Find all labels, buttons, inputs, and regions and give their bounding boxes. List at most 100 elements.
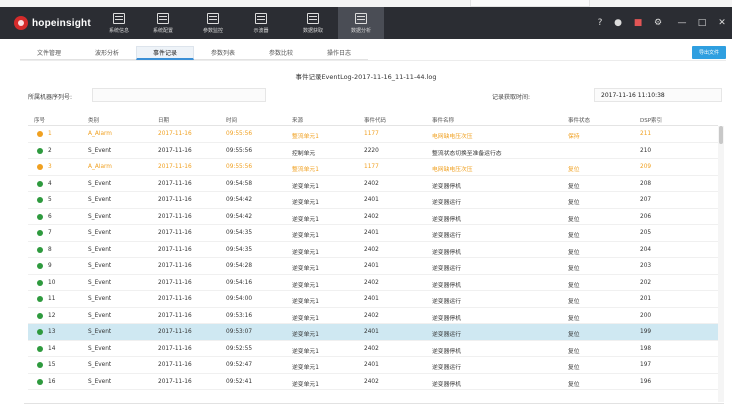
nav-param-monitor-button[interactable]: 参数监控	[190, 7, 236, 39]
record-time-field[interactable]: 2017-11-16 11:10:38	[594, 88, 722, 102]
column-header[interactable]: 类别	[88, 116, 99, 124]
table-body: 1 A_Alarm 2017-11-16 09:55:56 整流单元1 1177 电网缺电压…	[28, 126, 718, 390]
table-row[interactable]: 14 S_Event 2017-11-16 09:52:55 逆变单元1 2402 逆变器停…	[28, 341, 718, 357]
cell-date: 2017-11-16	[158, 164, 192, 170]
device-serial-field[interactable]	[92, 88, 266, 102]
cell-date: 2017-11-16	[158, 246, 192, 253]
cell-state: 复位	[568, 365, 580, 371]
cell-dsp: 198	[640, 345, 652, 352]
minimize-icon[interactable]: —	[676, 18, 688, 28]
cell-source: 逆变单元1	[292, 315, 319, 322]
cell-state: 复位	[568, 348, 580, 355]
app-logo: hopeinsight	[14, 16, 91, 30]
cell-name: 逆变器运行	[432, 332, 461, 338]
warning-status-icon	[37, 131, 43, 137]
table-row[interactable]: 1 A_Alarm 2017-11-16 09:55:56 整流单元1 1177 电网缺电压…	[28, 126, 718, 143]
cell-source: 整流单元1	[292, 134, 319, 140]
ok-status-icon	[37, 312, 43, 319]
column-header[interactable]: DSP索引	[640, 116, 662, 124]
table-row[interactable]: 4 S_Event 2017-11-16 09:54:58 逆变单元1 2402 逆变器停机…	[28, 176, 718, 192]
table-row[interactable]: 15 S_Event 2017-11-16 09:52:47 逆变单元1 2401 逆变器运…	[28, 357, 718, 374]
cell-code: 1177	[364, 131, 379, 137]
cell-source: 整流单元1	[292, 167, 319, 173]
ok-status-icon	[37, 362, 43, 368]
export-file-button[interactable]: 导出文件	[692, 46, 726, 59]
table-row[interactable]: 6 S_Event 2017-11-16 09:54:42 逆变单元1 2402 逆变器停机…	[28, 209, 718, 225]
table-row[interactable]: 10 S_Event 2017-11-16 09:54:16 逆变单元1 2402 逆变器停…	[28, 275, 718, 291]
cell-no: 14	[48, 345, 56, 352]
cell-dsp: 211	[640, 131, 652, 137]
cell-time: 09:54:58	[226, 180, 253, 187]
table-row[interactable]: 12 S_Event 2017-11-16 09:53:16 逆变单元1 2402 逆变器停…	[28, 308, 718, 324]
cell-code: 2402	[364, 180, 379, 187]
cell-source: 控制单元	[292, 150, 316, 157]
nav-data-acquire-button[interactable]: 数据获取	[290, 7, 336, 39]
column-header[interactable]: 来源	[292, 116, 303, 124]
scrollbar-thumb[interactable]	[719, 126, 723, 144]
cell-type: S_Event	[88, 180, 112, 187]
cell-date: 2017-11-16	[158, 362, 192, 368]
table-header: 序号 类别 日期 时间 来源 事件代码 事件名称 事件状态 DSP索引	[28, 112, 718, 126]
help-icon[interactable]: ?	[594, 18, 606, 28]
table-row[interactable]: 3 A_Alarm 2017-11-16 09:55:56 整流单元1 1177 电网缺电压…	[28, 159, 718, 176]
cell-type: A_Alarm	[88, 164, 112, 170]
table-row[interactable]: 7 S_Event 2017-11-16 09:54:35 逆变单元1 2401 逆变器运行…	[28, 225, 718, 242]
close-icon[interactable]: ✕	[716, 18, 728, 28]
nav-label: 数据分析	[350, 28, 371, 34]
logo-text: hopeinsight	[32, 17, 91, 29]
cell-time: 09:55:56	[226, 164, 253, 170]
cell-time: 09:54:42	[226, 213, 253, 220]
settings-icon[interactable]: ⚙	[652, 18, 664, 28]
nav-system-info-button[interactable]: 系统信息	[96, 7, 142, 39]
status-icon[interactable]: ●	[612, 18, 624, 28]
table-row[interactable]: 2 S_Event 2017-11-16 09:55:56 控制单元 2220 整流状态切换…	[28, 143, 718, 159]
cell-source: 逆变单元1	[292, 348, 319, 355]
data-acquire-icon	[307, 13, 319, 24]
table-row[interactable]: 13 S_Event 2017-11-16 09:53:07 逆变单元1 2401 逆变器运…	[28, 324, 718, 341]
tab-1[interactable]: 波形分析	[78, 46, 136, 60]
cell-state: 复位	[568, 332, 580, 338]
column-header[interactable]: 事件状态	[568, 116, 590, 124]
alert-icon[interactable]: ■	[632, 18, 644, 28]
cell-state: 复位	[568, 216, 580, 223]
cell-state: 复位	[568, 282, 580, 289]
tab-4[interactable]: 参数比较	[252, 46, 310, 60]
bottom-frame	[24, 403, 724, 404]
column-header[interactable]: 事件代码	[364, 116, 386, 124]
tab-2[interactable]: 事件记录	[136, 46, 194, 60]
tab-0[interactable]: 文件管理	[20, 46, 78, 60]
cell-dsp: 208	[640, 180, 652, 187]
cell-code: 2402	[364, 213, 379, 220]
nav-data-analysis-button[interactable]: 数据分析	[338, 7, 384, 39]
tab-3[interactable]: 参数列表	[194, 46, 252, 60]
nav-system-config-button[interactable]: 系统配置	[140, 7, 186, 39]
column-header[interactable]: 序号	[34, 116, 45, 124]
scrollbar-track[interactable]	[718, 126, 724, 402]
cell-code: 1177	[364, 164, 379, 170]
table-row[interactable]: 5 S_Event 2017-11-16 09:54:42 逆变单元1 2401 逆变器运行…	[28, 192, 718, 209]
cell-no: 12	[48, 312, 56, 319]
ok-status-icon	[37, 246, 43, 253]
column-header[interactable]: 事件名称	[432, 116, 454, 124]
cell-date: 2017-11-16	[158, 147, 192, 154]
ok-status-icon	[37, 345, 43, 352]
cell-state: 复位	[568, 315, 580, 322]
table-row[interactable]: 16 S_Event 2017-11-16 09:52:41 逆变单元1 2402 逆变器停…	[28, 374, 718, 390]
column-header[interactable]: 时间	[226, 116, 237, 124]
cell-code: 2402	[364, 312, 379, 319]
cell-type: S_Event	[88, 362, 112, 368]
cell-name: 逆变器运行	[432, 365, 461, 371]
table-row[interactable]: 11 S_Event 2017-11-16 09:54:00 逆变单元1 2401 逆变器运…	[28, 291, 718, 308]
ok-status-icon	[37, 263, 43, 269]
cell-code: 2401	[364, 263, 379, 269]
cell-state: 复位	[568, 200, 580, 206]
column-header[interactable]: 日期	[158, 116, 169, 124]
table-row[interactable]: 9 S_Event 2017-11-16 09:54:28 逆变单元1 2401 逆变器运行…	[28, 258, 718, 275]
tab-5[interactable]: 操作日志	[310, 46, 368, 60]
maximize-icon[interactable]: □	[696, 18, 708, 28]
table-row[interactable]: 8 S_Event 2017-11-16 09:54:35 逆变单元1 2402 逆变器停机…	[28, 242, 718, 258]
cell-no: 3	[48, 164, 52, 170]
cell-dsp: 209	[640, 164, 652, 170]
cell-code: 2401	[364, 197, 379, 203]
nav-oscilloscope-button[interactable]: 示波器	[238, 7, 284, 39]
